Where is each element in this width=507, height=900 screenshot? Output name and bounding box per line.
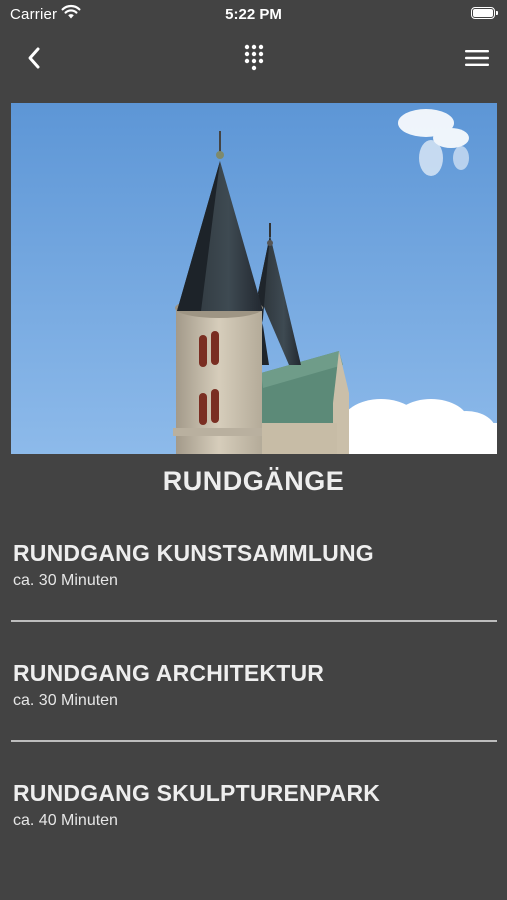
tour-duration: ca. 30 Minuten — [13, 692, 118, 709]
hero-image — [11, 103, 497, 454]
tour-duration: ca. 30 Minuten — [13, 572, 118, 589]
tour-duration: ca. 40 Minuten — [13, 812, 118, 829]
clock: 5:22 PM — [225, 6, 282, 23]
tour-item-architektur[interactable]: RUNDGANG ARCHITEKTUR ca. 30 Minuten — [0, 640, 507, 760]
section-title: RUNDGÄNGE — [162, 466, 345, 496]
navigation-bar — [0, 28, 507, 92]
battery-icon — [471, 7, 498, 19]
tour-name: RUNDGANG KUNSTSAMMLUNG — [13, 540, 374, 566]
keypad-button[interactable] — [232, 40, 276, 80]
back-button[interactable] — [12, 40, 56, 80]
tour-name: RUNDGANG SKULPTURENPARK — [13, 780, 381, 806]
status-bar: Carrier 5:22 PM — [0, 0, 507, 28]
menu-button[interactable] — [455, 40, 499, 80]
chevron-left-icon — [26, 46, 42, 75]
divider — [11, 620, 497, 622]
keypad-icon — [243, 43, 265, 78]
divider — [11, 740, 497, 742]
church-towers-photo — [11, 103, 497, 454]
tour-item-kunstsammlung[interactable]: RUNDGANG KUNSTSAMMLUNG ca. 30 Minuten — [0, 520, 507, 640]
tour-item-skulpturenpark[interactable]: RUNDGANG SKULPTURENPARK ca. 40 Minuten — [0, 760, 507, 880]
hamburger-menu-icon — [465, 49, 489, 72]
tour-name: RUNDGANG ARCHITEKTUR — [13, 660, 325, 686]
